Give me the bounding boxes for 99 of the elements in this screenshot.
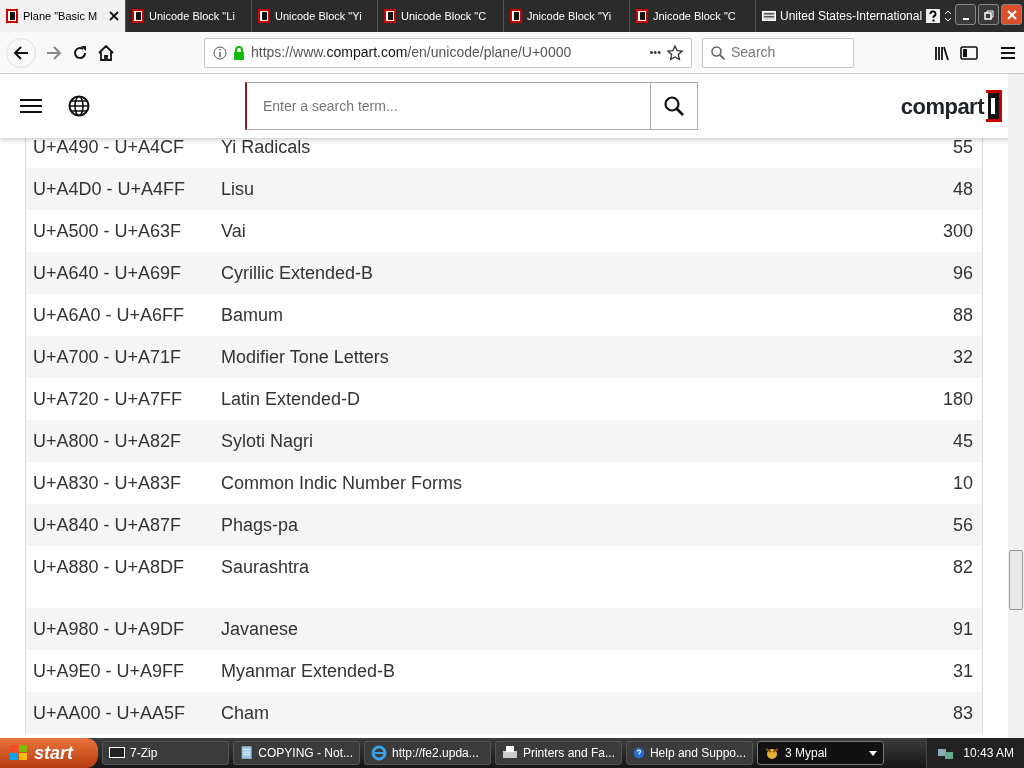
page-icon — [636, 9, 648, 23]
block-count: 96 — [952, 261, 973, 285]
library-icon[interactable] — [934, 44, 950, 61]
archive-icon — [109, 745, 125, 761]
logo-mark — [986, 90, 1002, 122]
home-icon[interactable] — [98, 44, 114, 61]
help-icon — [633, 745, 645, 761]
block-count: 180 — [942, 387, 973, 411]
notepad-icon — [240, 745, 254, 761]
block-name[interactable]: Latin Extended-D — [221, 385, 361, 413]
page-icon — [384, 9, 396, 23]
menu-icon[interactable] — [1000, 45, 1016, 60]
restore-button[interactable] — [978, 4, 999, 25]
address-bar[interactable]: https://www.compart.com/en/unicode/plane/U+0000 ••• — [204, 37, 692, 68]
block-name[interactable]: Phags-pa — [221, 511, 299, 539]
block-range: U+A880 - U+A8DF — [33, 555, 186, 579]
close-icon — [1006, 9, 1017, 20]
printer-icon — [502, 745, 518, 761]
block-name[interactable]: Saurashtra — [221, 553, 310, 581]
options-icon[interactable] — [944, 10, 953, 22]
block-count: 91 — [952, 617, 973, 641]
site-logo[interactable]: compart — [900, 89, 1002, 123]
block-name[interactable]: Javanese — [221, 615, 299, 643]
block-count: 32 — [952, 345, 973, 369]
page-icon — [6, 9, 18, 23]
block-range: U+A9E0 - U+A9FF — [33, 659, 186, 683]
block-count: 88 — [952, 303, 973, 327]
globe-icon[interactable] — [68, 95, 90, 117]
help-icon[interactable] — [926, 9, 941, 23]
taskbar-button[interactable]: 3 Mypal — [757, 741, 884, 765]
block-range: U+A980 - U+A9DF — [33, 617, 186, 641]
language-label[interactable]: United States-International — [780, 7, 923, 25]
restore-icon — [983, 9, 994, 20]
clock: 10:43 AM — [963, 745, 1014, 762]
block-range: U+A6A0 - U+A6FF — [33, 303, 186, 327]
minimize-button[interactable] — [955, 4, 976, 25]
block-count: 300 — [942, 219, 973, 243]
info-icon — [213, 45, 227, 60]
block-range: U+A640 - U+A69F — [33, 261, 183, 285]
block-range: U+A700 - U+A71F — [33, 345, 183, 369]
block-range: U+A830 - U+A83F — [33, 471, 183, 495]
scrollbar-thumb[interactable] — [1009, 550, 1023, 610]
back-icon — [13, 44, 29, 61]
block-count: 48 — [952, 177, 973, 201]
block-name[interactable]: Vai — [221, 217, 246, 245]
taskbar-button[interactable]: COPYING - Not... — [233, 741, 360, 765]
block-count: 55 — [952, 135, 973, 159]
block-count: 45 — [952, 429, 973, 453]
url-text: https://www.compart.com/en/unicode/plane/U+0000 — [251, 43, 572, 62]
taskbar-button[interactable]: 7-Zip — [102, 741, 229, 765]
page-icon — [510, 9, 522, 23]
block-name[interactable]: Cham — [221, 699, 269, 727]
block-range: U+A840 - U+A87F — [33, 513, 183, 537]
block-range: U+A4D0 - U+A4FF — [33, 177, 187, 201]
star-icon[interactable] — [667, 44, 683, 61]
sidebar-icon[interactable] — [960, 44, 978, 61]
minimize-icon — [962, 18, 969, 20]
block-count: 10 — [952, 471, 973, 495]
block-range: U+A720 - U+A7FF — [33, 387, 184, 411]
block-range: U+A800 - U+A82F — [33, 429, 183, 453]
block-name[interactable]: Lisu — [221, 175, 255, 203]
caret-icon — [869, 750, 877, 756]
block-name[interactable]: Bamum — [221, 301, 283, 329]
search-icon — [711, 45, 725, 60]
more-button[interactable]: ••• — [649, 44, 661, 61]
keyboard-icon — [762, 11, 776, 21]
close-icon[interactable] — [109, 11, 119, 21]
block-count: 31 — [952, 659, 973, 683]
block-range: U+A490 - U+A4CF — [33, 135, 186, 159]
close-button[interactable] — [1001, 4, 1022, 25]
page-icon — [132, 9, 144, 23]
search-field[interactable]: Search — [702, 37, 854, 68]
block-range: U+A500 - U+A63F — [33, 219, 183, 243]
block-name[interactable]: Common Indic Number Forms — [221, 469, 463, 497]
menu-icon[interactable] — [20, 98, 42, 114]
windows-logo-icon — [10, 745, 28, 761]
block-name[interactable]: Syloti Nagri — [221, 427, 314, 455]
block-name[interactable]: Cyrillic Extended-B — [221, 259, 374, 287]
taskbar-button[interactable]: Help and Suppo... — [626, 741, 753, 765]
lock-icon — [233, 45, 245, 60]
block-count: 56 — [952, 513, 973, 537]
reload-icon[interactable] — [72, 44, 88, 61]
start-button[interactable]: start — [0, 738, 98, 768]
search-field[interactable]: Enter a search term... — [245, 82, 650, 130]
browser-icon — [371, 745, 387, 761]
taskbar-button[interactable]: Printers and Fa... — [495, 741, 622, 765]
block-count: 82 — [952, 555, 973, 579]
block-range: U+AA00 - U+AA5F — [33, 701, 187, 725]
search-button[interactable] — [650, 82, 698, 130]
search-icon — [664, 96, 684, 116]
app-icon — [764, 745, 780, 761]
block-count: 83 — [952, 701, 973, 725]
block-name[interactable]: Myanmar Extended-B — [221, 657, 396, 685]
block-name[interactable]: Modifier Tone Letters — [221, 343, 389, 371]
page-icon — [258, 9, 270, 23]
forward-icon[interactable] — [46, 44, 62, 61]
block-name[interactable]: Yi Radicals — [221, 133, 311, 161]
taskbar-button[interactable]: http://fe2.upda... — [364, 741, 491, 765]
browser-tab[interactable]: Plane "Basic M — [0, 0, 126, 32]
